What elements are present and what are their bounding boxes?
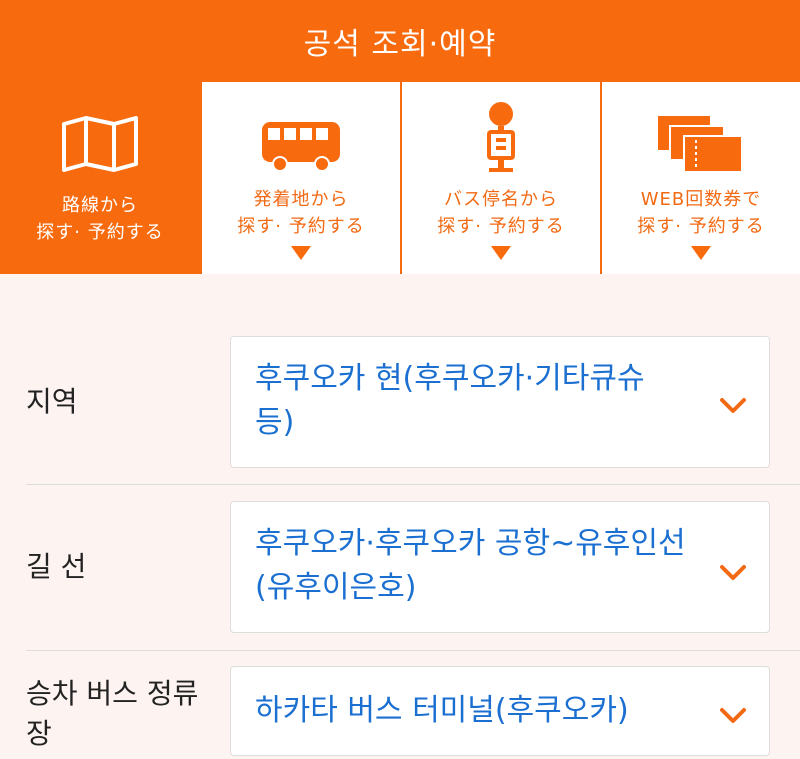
region-select[interactable]: 후쿠오카 현(후쿠오카·기타큐슈 등)	[230, 336, 770, 468]
map-icon	[55, 100, 145, 174]
tab-label: 発着地から 探す· 予約する	[237, 186, 364, 240]
tab-label: 路線から 探す· 予約する	[36, 192, 163, 246]
boarding-stop-label: 승차 버스 정류장	[26, 677, 199, 750]
chevron-down-icon	[691, 246, 711, 260]
tab-label: WEB回数券で 探す· 予約する	[637, 186, 764, 240]
tab-label-line1: WEB回数券で	[640, 189, 762, 210]
divider	[26, 650, 800, 651]
bus-icon	[256, 100, 346, 174]
bus-stop-icon	[456, 100, 546, 174]
boarding-stop-select[interactable]: 하카타 버스 터미널(후쿠오카)	[230, 666, 770, 756]
tickets-icon	[656, 100, 746, 174]
tab-label-line1: 路線から	[61, 195, 138, 216]
page-header: 공석 조회·예약	[0, 0, 800, 82]
chevron-down-icon	[720, 398, 746, 413]
tab-bus-stop[interactable]: バス停名から 探す· 予約する	[400, 82, 600, 274]
chevron-down-icon	[720, 565, 746, 580]
divider	[26, 484, 800, 485]
boarding-stop-row: 승차 버스 정류장 하카타 버스 터미널(후쿠오카)	[0, 666, 800, 759]
chevron-down-icon	[720, 708, 746, 723]
route-label: 길 선	[26, 550, 87, 583]
page-title: 공석 조회·예약	[303, 27, 497, 62]
route-value: 후쿠오카·후쿠오카 공항~유후인선(유후이은호)	[255, 526, 686, 605]
chevron-down-icon	[491, 246, 511, 260]
region-value: 후쿠오카 현(후쿠오카·기타큐슈 등)	[255, 361, 645, 440]
chevron-down-icon	[291, 246, 311, 260]
tab-label-line2: 探す· 予約する	[36, 222, 164, 243]
tab-label-line2: 探す· 予約する	[637, 216, 765, 237]
tab-label-line1: 発着地から	[253, 189, 349, 210]
route-select[interactable]: 후쿠오카·후쿠오카 공항~유후인선(유후이은호)	[230, 501, 770, 633]
tab-label: バス停名から 探す· 予約する	[437, 186, 564, 240]
tab-label-line1: バス停名から	[443, 189, 558, 210]
boarding-stop-value: 하카타 버스 터미널(후쿠오카)	[255, 693, 629, 728]
tab-route[interactable]: 路線から 探す· 予約する	[0, 82, 200, 274]
tab-label-line2: 探す· 予約する	[237, 216, 365, 237]
search-mode-tabs: 路線から 探す· 予約する 発着地から 探す· 予約する バス停名から 探す· …	[0, 82, 800, 274]
region-row: 지역 후쿠오카 현(후쿠오카·기타큐슈 등)	[0, 336, 800, 468]
tab-label-line2: 探す· 予約する	[437, 216, 565, 237]
tab-origin-destination[interactable]: 発着地から 探す· 予約する	[200, 82, 400, 274]
tab-web-coupon[interactable]: WEB回数券で 探す· 予約する	[600, 82, 800, 274]
route-row: 길 선 후쿠오카·후쿠오카 공항~유후인선(유후이은호)	[0, 501, 800, 633]
region-label: 지역	[26, 385, 78, 418]
